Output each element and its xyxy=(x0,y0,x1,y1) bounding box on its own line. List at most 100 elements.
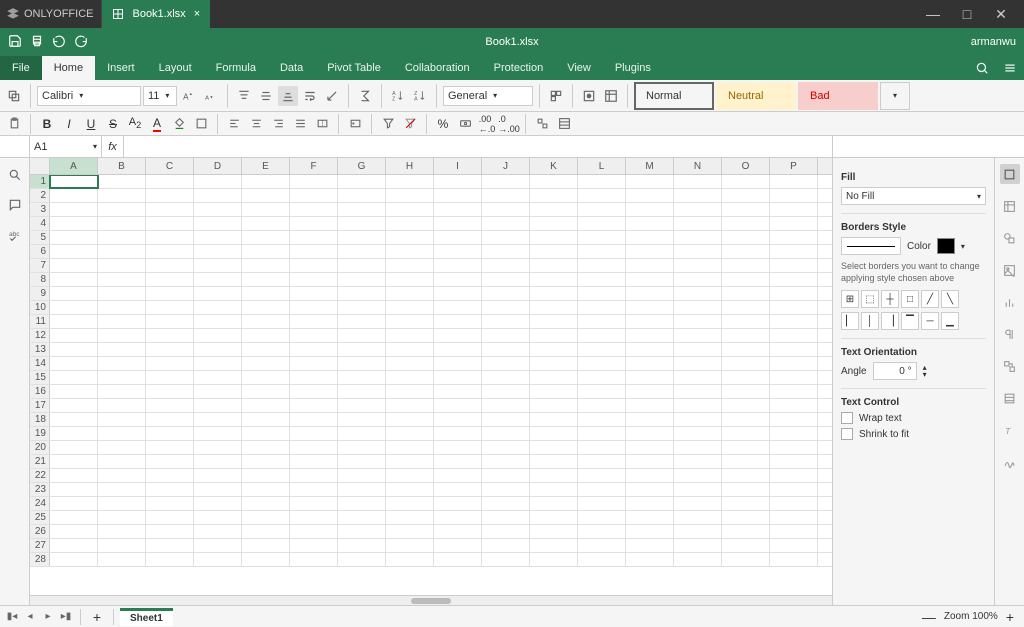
cell[interactable] xyxy=(194,497,242,510)
cell[interactable] xyxy=(674,427,722,440)
cell[interactable] xyxy=(98,343,146,356)
col-header[interactable]: N xyxy=(674,158,722,174)
cell[interactable] xyxy=(290,525,338,538)
cell[interactable] xyxy=(530,483,578,496)
cell[interactable] xyxy=(770,511,818,524)
border-left-icon[interactable]: ▏ xyxy=(841,312,859,330)
cell[interactable] xyxy=(98,427,146,440)
cell[interactable] xyxy=(242,231,290,244)
row-header[interactable]: 6 xyxy=(30,245,50,258)
cell[interactable] xyxy=(578,259,626,272)
cell[interactable] xyxy=(98,203,146,216)
font-size-select[interactable]: 11▾ xyxy=(143,86,177,106)
cell[interactable] xyxy=(530,469,578,482)
cell[interactable] xyxy=(242,315,290,328)
cell[interactable] xyxy=(146,483,194,496)
cell[interactable] xyxy=(530,231,578,244)
cell[interactable] xyxy=(722,455,770,468)
cell[interactable] xyxy=(578,175,626,188)
cell[interactable] xyxy=(626,343,674,356)
cell[interactable] xyxy=(626,455,674,468)
cell[interactable] xyxy=(146,301,194,314)
cell[interactable] xyxy=(50,203,98,216)
cell[interactable] xyxy=(386,371,434,384)
cell[interactable] xyxy=(722,511,770,524)
cell[interactable] xyxy=(338,469,386,482)
cell[interactable] xyxy=(290,455,338,468)
cell[interactable] xyxy=(290,399,338,412)
select-all-corner[interactable] xyxy=(30,158,50,174)
cell-settings-icon[interactable] xyxy=(1000,164,1020,184)
cell[interactable] xyxy=(770,189,818,202)
cell[interactable] xyxy=(626,399,674,412)
cell[interactable] xyxy=(530,371,578,384)
cell[interactable] xyxy=(482,427,530,440)
cell[interactable] xyxy=(722,441,770,454)
cell[interactable] xyxy=(482,217,530,230)
cell[interactable] xyxy=(50,427,98,440)
cell[interactable] xyxy=(290,217,338,230)
row-header[interactable]: 11 xyxy=(30,315,50,328)
cell[interactable] xyxy=(338,427,386,440)
cell[interactable] xyxy=(146,273,194,286)
menu-insert[interactable]: Insert xyxy=(95,56,147,80)
cell[interactable] xyxy=(530,525,578,538)
cell[interactable] xyxy=(290,329,338,342)
name-box[interactable]: A1▾ xyxy=(30,136,102,157)
cell-format-icon[interactable] xyxy=(554,114,574,134)
cell[interactable] xyxy=(194,203,242,216)
horizontal-scrollbar[interactable] xyxy=(30,595,832,605)
cell[interactable] xyxy=(98,189,146,202)
row-header[interactable]: 18 xyxy=(30,413,50,426)
cell[interactable] xyxy=(194,469,242,482)
cell[interactable] xyxy=(770,441,818,454)
cell[interactable] xyxy=(722,399,770,412)
cell[interactable] xyxy=(578,371,626,384)
cell[interactable] xyxy=(482,553,530,566)
cell[interactable] xyxy=(290,497,338,510)
border-color-swatch[interactable] xyxy=(937,238,955,254)
user-name[interactable]: armanwu xyxy=(971,36,1024,48)
conditional-format-icon[interactable] xyxy=(579,86,599,106)
cell[interactable] xyxy=(386,259,434,272)
cell[interactable] xyxy=(242,371,290,384)
col-header[interactable]: O xyxy=(722,158,770,174)
cell[interactable] xyxy=(338,329,386,342)
decrease-decimal-icon[interactable]: .00←.0 xyxy=(477,114,497,134)
cell[interactable] xyxy=(626,483,674,496)
cell[interactable] xyxy=(98,525,146,538)
cell[interactable] xyxy=(242,301,290,314)
cell[interactable] xyxy=(146,315,194,328)
percent-icon[interactable]: % xyxy=(433,114,453,134)
cell[interactable] xyxy=(626,469,674,482)
border-inner-icon[interactable]: ┼ xyxy=(881,290,899,308)
row-header[interactable]: 17 xyxy=(30,399,50,412)
menu-pivot[interactable]: Pivot Table xyxy=(315,56,393,80)
align-middle-icon[interactable] xyxy=(256,86,276,106)
cell[interactable] xyxy=(674,231,722,244)
cell[interactable] xyxy=(194,273,242,286)
cell[interactable] xyxy=(578,525,626,538)
cell[interactable] xyxy=(50,343,98,356)
cell[interactable] xyxy=(98,259,146,272)
cell[interactable] xyxy=(530,259,578,272)
cell[interactable] xyxy=(386,427,434,440)
cell[interactable] xyxy=(626,371,674,384)
cell[interactable] xyxy=(386,511,434,524)
cell[interactable] xyxy=(626,553,674,566)
cell[interactable] xyxy=(50,511,98,524)
cell[interactable] xyxy=(290,357,338,370)
cell[interactable] xyxy=(482,539,530,552)
cell[interactable] xyxy=(338,455,386,468)
menu-collaboration[interactable]: Collaboration xyxy=(393,56,482,80)
cell[interactable] xyxy=(578,231,626,244)
cell[interactable] xyxy=(290,371,338,384)
border-all-icon[interactable]: ⊞ xyxy=(841,290,859,308)
cell[interactable] xyxy=(578,539,626,552)
clear-filter-icon[interactable] xyxy=(400,114,420,134)
cell[interactable] xyxy=(386,189,434,202)
cell[interactable] xyxy=(770,427,818,440)
cell-style-normal[interactable]: Normal xyxy=(634,82,714,110)
cell[interactable] xyxy=(722,287,770,300)
cell[interactable] xyxy=(482,455,530,468)
